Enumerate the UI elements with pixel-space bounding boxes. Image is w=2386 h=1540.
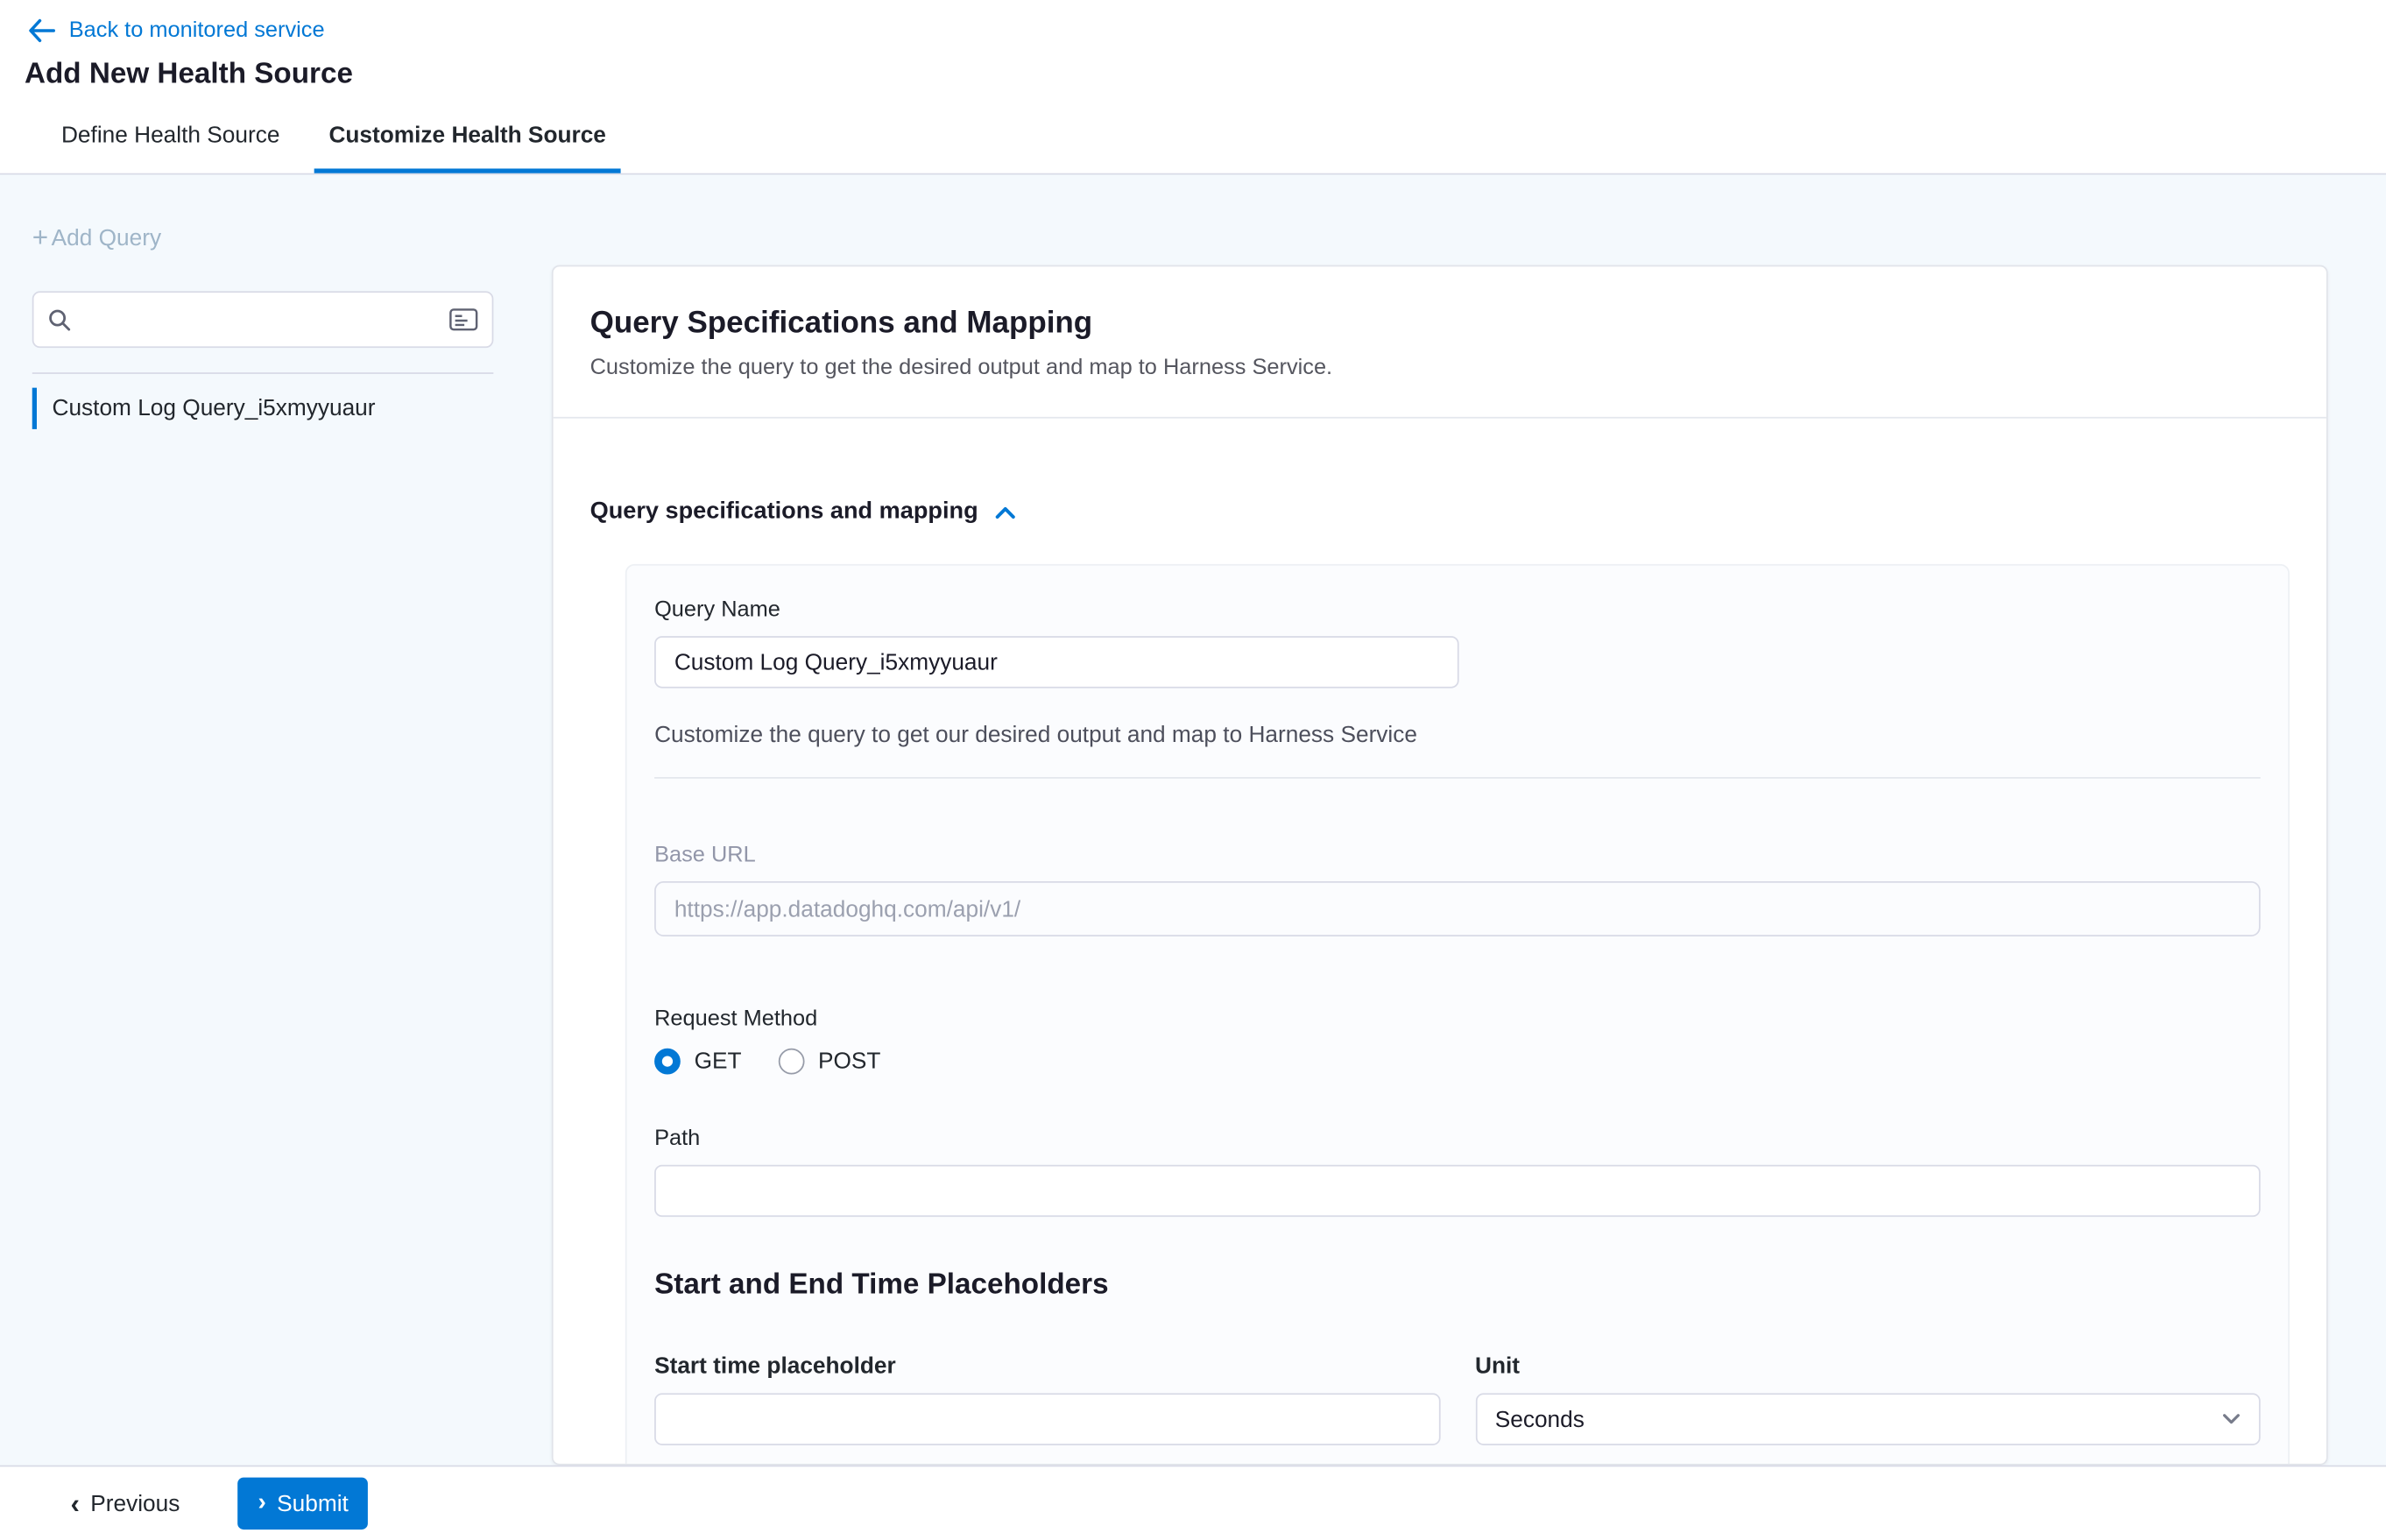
radio-unselected-icon [779,1049,805,1075]
query-sidebar: + Add Query [0,174,552,1465]
query-list: Custom Log Query_i5xmyyuaur [32,372,494,429]
health-source-tabs: Define Health Source Customize Health So… [46,107,2386,173]
query-search-input[interactable] [81,307,440,332]
start-time-input[interactable] [654,1393,1440,1445]
radio-post-label: POST [818,1049,880,1075]
path-input[interactable] [654,1165,2261,1217]
submit-button[interactable]: › Submit [238,1478,369,1529]
unit-label: Unit [1475,1353,2261,1380]
page-header: Back to monitored service Add New Health… [0,0,2386,174]
card-subtitle: Customize the query to get the desired o… [590,356,2290,380]
query-spec-card: Query Specifications and Mapping Customi… [552,265,2328,1466]
add-health-source-page: Back to monitored service Add New Health… [0,0,2386,1540]
previous-button-label: Previous [90,1490,180,1516]
query-name-help-text: Customize the query to get our desired o… [654,722,2261,748]
radio-selected-icon [654,1049,681,1075]
form-divider [654,777,2261,779]
wizard-footer: ‹ Previous › Submit [0,1466,2386,1540]
base-url-input[interactable] [654,881,2261,936]
search-icon [47,307,72,332]
back-link-label: Back to monitored service [69,18,325,43]
chevron-left-icon: ‹ [70,1490,79,1517]
add-query-label: Add Query [52,224,161,251]
chevron-down-icon [2222,1413,2241,1425]
content-area: Query Specifications and Mapping Customi… [552,174,2386,1465]
back-to-monitored-service-link[interactable]: Back to monitored service [25,15,2386,42]
base-url-label: Base URL [654,843,2261,867]
submit-button-label: Submit [277,1490,349,1516]
add-query-button[interactable]: + Add Query [32,223,552,251]
tab-define-health-source[interactable]: Define Health Source [46,107,294,173]
request-method-radio-group: GET POST [654,1049,2261,1075]
query-search-box [32,291,494,348]
request-method-get-radio[interactable]: GET [654,1049,741,1075]
query-spec-form: Query Name Customize the query to get ou… [625,564,2290,1466]
request-method-post-radio[interactable]: POST [779,1049,881,1075]
previous-button[interactable]: ‹ Previous [70,1490,180,1517]
card-header: Query Specifications and Mapping Customi… [554,266,2326,416]
card-title: Query Specifications and Mapping [590,307,2290,342]
main-area: + Add Query [0,174,2386,1465]
tab-customize-health-source[interactable]: Customize Health Source [314,107,621,173]
unit-column: Unit Seconds [1475,1353,2261,1445]
query-spec-section-header: Query specifications and mapping [590,498,2290,526]
back-arrow-icon [27,18,54,43]
query-list-item-selected[interactable]: Custom Log Query_i5xmyyuaur [32,388,494,429]
card-body: Query specifications and mapping Query N… [554,419,2326,1464]
query-item-label: Custom Log Query_i5xmyyuaur [52,395,375,421]
time-placeholders-heading: Start and End Time Placeholders [654,1269,2261,1303]
query-name-label: Query Name [654,597,2261,622]
time-placeholder-row: Start time placeholder Unit Seconds [654,1353,2261,1445]
chevron-right-icon: › [258,1491,266,1515]
page-title: Add New Health Source [25,58,2386,91]
start-time-column: Start time placeholder [654,1353,1440,1445]
start-time-label: Start time placeholder [654,1353,1440,1380]
path-label: Path [654,1127,2261,1151]
section-header-label: Query specifications and mapping [590,498,978,526]
unit-select-value: Seconds [1495,1406,1585,1432]
selected-indicator-bar [32,388,37,429]
unit-select[interactable]: Seconds [1475,1393,2261,1445]
chevron-up-icon[interactable] [995,505,1016,519]
plus-icon: + [32,223,48,251]
query-name-input[interactable] [654,636,1459,688]
request-method-label: Request Method [654,1007,2261,1031]
list-view-icon[interactable] [449,308,478,331]
radio-get-label: GET [695,1049,742,1075]
